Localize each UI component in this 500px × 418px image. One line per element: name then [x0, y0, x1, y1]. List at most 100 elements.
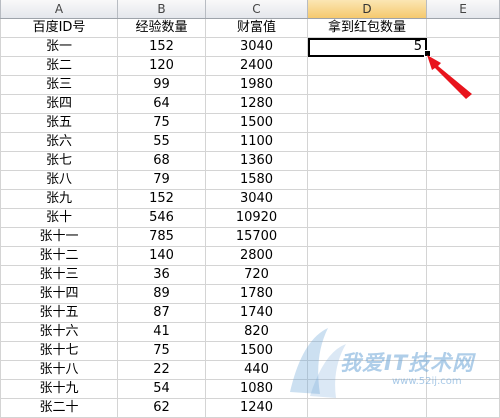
cell-id[interactable]: 张十六: [0, 322, 118, 342]
cell-id[interactable]: 张十二: [0, 246, 118, 266]
cell-wealth[interactable]: 1780: [205, 284, 308, 304]
cell-wealth[interactable]: 1740: [205, 303, 308, 323]
cell-e[interactable]: [426, 246, 500, 266]
cell-id[interactable]: 张十: [0, 208, 118, 228]
cell-redpacket[interactable]: [307, 360, 427, 380]
cell-redpacket[interactable]: [307, 284, 427, 304]
cell-redpacket[interactable]: [307, 398, 427, 418]
cell-exp[interactable]: 152: [117, 37, 206, 57]
cell-exp[interactable]: 87: [117, 303, 206, 323]
cell-redpacket[interactable]: [307, 322, 427, 342]
cell-redpacket[interactable]: [307, 341, 427, 361]
cell-wealth[interactable]: 3040: [205, 37, 308, 57]
cell-e[interactable]: [426, 284, 500, 304]
cell-b1[interactable]: 经验数量: [117, 18, 206, 38]
cell-a1[interactable]: 百度ID号: [0, 18, 118, 38]
fill-handle[interactable]: [424, 50, 431, 57]
cell-e[interactable]: [426, 94, 500, 114]
cell-e[interactable]: [426, 341, 500, 361]
cell-wealth[interactable]: 1360: [205, 151, 308, 171]
cell-e[interactable]: [426, 37, 500, 57]
cell-exp[interactable]: 22: [117, 360, 206, 380]
cell-id[interactable]: 张一: [0, 37, 118, 57]
cell-exp[interactable]: 79: [117, 170, 206, 190]
cell-e[interactable]: [426, 75, 500, 95]
active-cell-d2[interactable]: 5: [307, 37, 427, 57]
column-header-a[interactable]: A: [0, 0, 118, 19]
cell-id[interactable]: 张八: [0, 170, 118, 190]
cell-exp[interactable]: 68: [117, 151, 206, 171]
cell-e[interactable]: [426, 170, 500, 190]
cell-e[interactable]: [426, 113, 500, 133]
cell-id[interactable]: 张十四: [0, 284, 118, 304]
cell-e[interactable]: [426, 189, 500, 209]
cell-exp[interactable]: 89: [117, 284, 206, 304]
cell-e[interactable]: [426, 208, 500, 228]
cell-wealth[interactable]: 1080: [205, 379, 308, 399]
cell-exp[interactable]: 75: [117, 113, 206, 133]
cell-exp[interactable]: 120: [117, 56, 206, 76]
cell-wealth[interactable]: 2400: [205, 56, 308, 76]
cell-redpacket[interactable]: [307, 303, 427, 323]
cell-redpacket[interactable]: [307, 189, 427, 209]
cell-wealth[interactable]: 1240: [205, 398, 308, 418]
cell-id[interactable]: 张九: [0, 189, 118, 209]
cell-id[interactable]: 张十一: [0, 227, 118, 247]
cell-id[interactable]: 张二: [0, 56, 118, 76]
cell-wealth[interactable]: 440: [205, 360, 308, 380]
cell-e[interactable]: [426, 227, 500, 247]
column-header-d[interactable]: D: [307, 0, 427, 19]
cell-e[interactable]: [426, 265, 500, 285]
cell-e[interactable]: [426, 132, 500, 152]
cell-id[interactable]: 张十三: [0, 265, 118, 285]
cell-exp[interactable]: 99: [117, 75, 206, 95]
cell-e1[interactable]: [426, 18, 500, 38]
column-header-c[interactable]: C: [205, 0, 308, 19]
cell-id[interactable]: 张五: [0, 113, 118, 133]
cell-wealth[interactable]: 1580: [205, 170, 308, 190]
cell-e[interactable]: [426, 56, 500, 76]
cell-redpacket[interactable]: [307, 94, 427, 114]
cell-exp[interactable]: 546: [117, 208, 206, 228]
cell-exp[interactable]: 785: [117, 227, 206, 247]
cell-redpacket[interactable]: [307, 113, 427, 133]
cell-c1[interactable]: 财富值: [205, 18, 308, 38]
cell-e[interactable]: [426, 303, 500, 323]
cell-redpacket[interactable]: [307, 227, 427, 247]
cell-id[interactable]: 张三: [0, 75, 118, 95]
cell-wealth[interactable]: 720: [205, 265, 308, 285]
cell-redpacket[interactable]: [307, 75, 427, 95]
cell-wealth[interactable]: 1280: [205, 94, 308, 114]
cell-redpacket[interactable]: [307, 265, 427, 285]
cell-id[interactable]: 张十七: [0, 341, 118, 361]
cell-id[interactable]: 张十五: [0, 303, 118, 323]
cell-e[interactable]: [426, 322, 500, 342]
cell-exp[interactable]: 75: [117, 341, 206, 361]
cell-wealth[interactable]: 1100: [205, 132, 308, 152]
cell-wealth[interactable]: 15700: [205, 227, 308, 247]
cell-id[interactable]: 张四: [0, 94, 118, 114]
cell-id[interactable]: 张六: [0, 132, 118, 152]
cell-wealth[interactable]: 1500: [205, 113, 308, 133]
cell-e[interactable]: [426, 379, 500, 399]
cell-id[interactable]: 张十九: [0, 379, 118, 399]
cell-id[interactable]: 张二十: [0, 398, 118, 418]
cell-id[interactable]: 张七: [0, 151, 118, 171]
cell-e[interactable]: [426, 360, 500, 380]
cell-wealth[interactable]: 2800: [205, 246, 308, 266]
cell-d1[interactable]: 拿到红包数量: [307, 18, 427, 38]
column-header-b[interactable]: B: [117, 0, 206, 19]
cell-wealth[interactable]: 3040: [205, 189, 308, 209]
cell-exp[interactable]: 62: [117, 398, 206, 418]
cell-redpacket[interactable]: [307, 56, 427, 76]
cell-e[interactable]: [426, 151, 500, 171]
cell-redpacket[interactable]: [307, 379, 427, 399]
cell-exp[interactable]: 41: [117, 322, 206, 342]
cell-exp[interactable]: 36: [117, 265, 206, 285]
cell-wealth[interactable]: 820: [205, 322, 308, 342]
cell-e[interactable]: [426, 398, 500, 418]
cell-exp[interactable]: 64: [117, 94, 206, 114]
cell-redpacket[interactable]: [307, 208, 427, 228]
cell-redpacket[interactable]: [307, 151, 427, 171]
cell-exp[interactable]: 54: [117, 379, 206, 399]
